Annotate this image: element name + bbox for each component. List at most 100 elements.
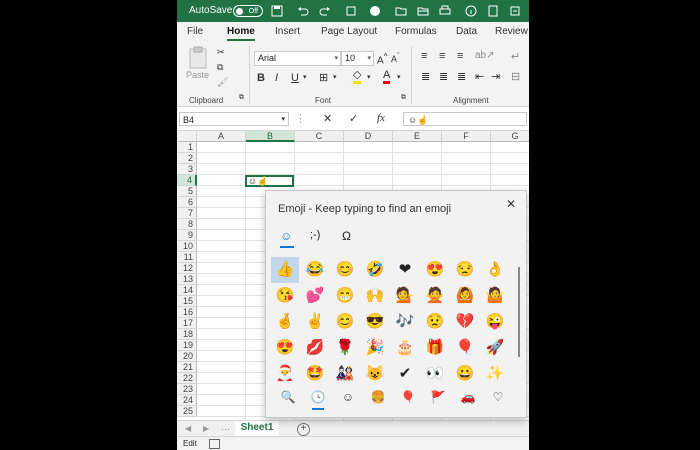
sheet-next-icon[interactable]: ▶ (203, 424, 209, 433)
emoji-item[interactable]: 🤞 (271, 309, 299, 335)
open-folder-icon[interactable] (417, 5, 429, 17)
fill-color-icon[interactable]: ◇ (353, 70, 362, 84)
tab-page-layout[interactable]: Page Layout (321, 26, 377, 37)
touch-mode-icon[interactable] (345, 5, 357, 17)
cut-icon[interactable]: ✂ (217, 47, 225, 58)
align-left-icon[interactable]: ≣ (421, 70, 430, 83)
row-header[interactable]: 10 (177, 241, 197, 252)
autosave-toggle[interactable]: Off (233, 5, 263, 17)
recent-icon[interactable]: 🕓 (304, 387, 332, 410)
emoji-item[interactable]: 🎈 (451, 335, 479, 361)
indent-icon[interactable]: ⇤ (475, 70, 484, 83)
row-header[interactable]: 13 (177, 274, 197, 285)
row-header[interactable]: 23 (177, 384, 197, 395)
customize-icon[interactable] (509, 5, 521, 17)
column-header[interactable]: C (295, 131, 344, 142)
search-icon[interactable]: 🔍 (274, 387, 302, 407)
align-center-icon[interactable]: ≣ (439, 70, 448, 83)
bold-button[interactable]: B (257, 72, 265, 84)
tab-kaomoji[interactable]: ;-) (310, 229, 320, 241)
row-header[interactable]: 20 (177, 351, 197, 362)
emoji-item[interactable]: 👌 (481, 257, 509, 283)
row-header[interactable]: 15 (177, 296, 197, 307)
emoji-item[interactable]: 😊 (331, 309, 359, 335)
tab-file[interactable]: File (187, 26, 203, 37)
emoji-item[interactable]: 💁 (391, 283, 419, 309)
info-icon[interactable] (465, 5, 477, 17)
save-icon[interactable] (271, 5, 283, 17)
emoji-item[interactable]: 🎁 (421, 335, 449, 361)
column-header[interactable]: A (197, 131, 246, 142)
select-all-corner[interactable] (177, 131, 197, 142)
insert-function-icon[interactable]: fx (377, 112, 385, 124)
emoji-item[interactable]: ✌ (301, 309, 329, 335)
add-sheet-button[interactable]: + (297, 423, 310, 436)
chevron-down-icon[interactable]: ▾ (367, 73, 371, 81)
emoji-item[interactable]: 😍 (271, 335, 299, 361)
emoji-item[interactable]: 😺 (361, 361, 389, 387)
emoji-item[interactable]: 🤣 (361, 257, 389, 283)
record-icon[interactable] (369, 5, 381, 17)
emoji-item[interactable]: ✔ (391, 361, 419, 387)
emoji-item[interactable]: 😎 (361, 309, 389, 335)
column-header[interactable]: B (246, 131, 295, 142)
print-icon[interactable] (439, 5, 451, 17)
formula-input[interactable]: ☺☝ (403, 112, 527, 126)
chevron-down-icon[interactable]: ▾ (333, 73, 337, 81)
print-preview-icon[interactable] (487, 5, 499, 17)
emoji-item[interactable]: 🙌 (361, 283, 389, 309)
column-header[interactable]: E (393, 131, 442, 142)
underline-button[interactable]: U (291, 72, 299, 84)
celebration-icon[interactable]: 🎈 (394, 387, 422, 407)
row-header[interactable]: 6 (177, 197, 197, 208)
paste-icon[interactable] (187, 46, 209, 73)
column-header[interactable]: D (344, 131, 393, 142)
folder-icon[interactable] (395, 5, 407, 17)
tab-data[interactable]: Data (456, 26, 477, 37)
emoji-item[interactable]: ❤ (391, 257, 419, 283)
emoji-item[interactable]: 🤷 (481, 283, 509, 309)
emoji-item[interactable]: 😜 (481, 309, 509, 335)
close-icon[interactable]: ✕ (506, 197, 516, 211)
row-header[interactable]: 5 (177, 186, 197, 197)
emoji-item[interactable]: 💋 (301, 335, 329, 361)
column-header[interactable]: G (491, 131, 529, 142)
row-header[interactable]: 24 (177, 395, 197, 406)
emoji-item[interactable]: 🎎 (331, 361, 359, 387)
bottom-align-icon[interactable]: ≡ (457, 50, 463, 62)
emoji-item[interactable]: 🎅 (271, 361, 299, 387)
emoji-item[interactable]: 💕 (301, 283, 329, 309)
sheet-prev-icon[interactable]: ◀ (185, 424, 191, 433)
copy-icon[interactable]: ⧉ (217, 62, 223, 73)
tab-insert[interactable]: Insert (275, 26, 300, 37)
row-header[interactable]: 25 (177, 406, 197, 417)
borders-icon[interactable]: ⊞ (319, 71, 328, 84)
emoji-item[interactable]: 🙅 (421, 283, 449, 309)
row-header[interactable]: 22 (177, 373, 197, 384)
font-family-select[interactable]: Arial ▾ (254, 51, 341, 66)
outdent-icon[interactable]: ⇥ (491, 70, 500, 83)
emoji-item[interactable]: 😁 (331, 283, 359, 309)
row-header[interactable]: 18 (177, 329, 197, 340)
emoji-item[interactable]: 🚀 (481, 335, 509, 361)
emoji-item[interactable]: ✨ (481, 361, 509, 387)
tab-review[interactable]: Review (495, 26, 528, 37)
more-icon[interactable]: ⋯ (221, 424, 230, 435)
tab-formulas[interactable]: Formulas (395, 26, 437, 37)
row-header[interactable]: 7 (177, 208, 197, 219)
emoji-item[interactable]: 🙆 (451, 283, 479, 309)
row-header[interactable]: 16 (177, 307, 197, 318)
emoji-item[interactable]: 🎶 (391, 309, 419, 335)
emoji-item[interactable]: 🎂 (391, 335, 419, 361)
emoji-item[interactable]: 🤩 (301, 361, 329, 387)
format-painter-icon[interactable]: 🖌 (217, 77, 228, 88)
food-icon[interactable]: 🍔 (364, 387, 392, 407)
emoji-item[interactable]: 😂 (301, 257, 329, 283)
row-header[interactable]: 9 (177, 230, 197, 241)
emoji-item[interactable]: 👍 (271, 257, 299, 283)
emoji-item[interactable]: 🌹 (331, 335, 359, 361)
italic-button[interactable]: I (275, 72, 278, 84)
row-header[interactable]: 1 (177, 142, 197, 153)
name-box[interactable]: B4 ▾ (179, 112, 289, 126)
merge-icon[interactable]: ⊟ (511, 70, 520, 83)
